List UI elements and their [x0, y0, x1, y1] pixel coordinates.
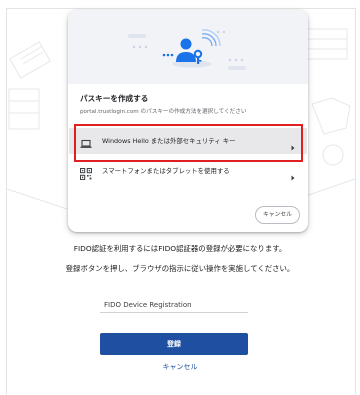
passkey-illustration: [68, 10, 308, 84]
option-label: スマートフォンまたはタブレットを使用する: [102, 167, 230, 175]
info-text-line-2: 登録ボタンを押し、ブラウザの指示に従い操作を実施してください。: [65, 264, 295, 273]
option-windows-hello[interactable]: Windows Hello または外部セキュリティ キー: [69, 128, 307, 154]
dialog-subtitle: portal.trustlogin.com のパスキーの作成方法を選択してくださ…: [80, 109, 247, 115]
chevron-right-icon: [290, 167, 296, 181]
dialog-cancel-button[interactable]: キャンセル: [255, 206, 300, 224]
chevron-right-icon: [290, 137, 296, 151]
register-button[interactable]: 登録: [100, 333, 248, 355]
device-name-field[interactable]: [100, 297, 248, 313]
info-text-line-1: FIDO認証を利用するにはFIDO認証器の登録が必要になります。: [73, 244, 287, 253]
dialog-title: パスキーを作成する: [80, 94, 149, 103]
cancel-link[interactable]: キャンセル: [0, 362, 360, 372]
laptop-icon: [80, 135, 92, 148]
qr-code-icon: [80, 165, 92, 180]
option-smartphone[interactable]: スマートフォンまたはタブレットを使用する: [69, 158, 307, 184]
option-label: Windows Hello または外部セキュリティ キー: [102, 137, 236, 145]
passkey-dialog: パスキーを作成する portal.trustlogin.com のパスキーの作成…: [68, 10, 308, 232]
